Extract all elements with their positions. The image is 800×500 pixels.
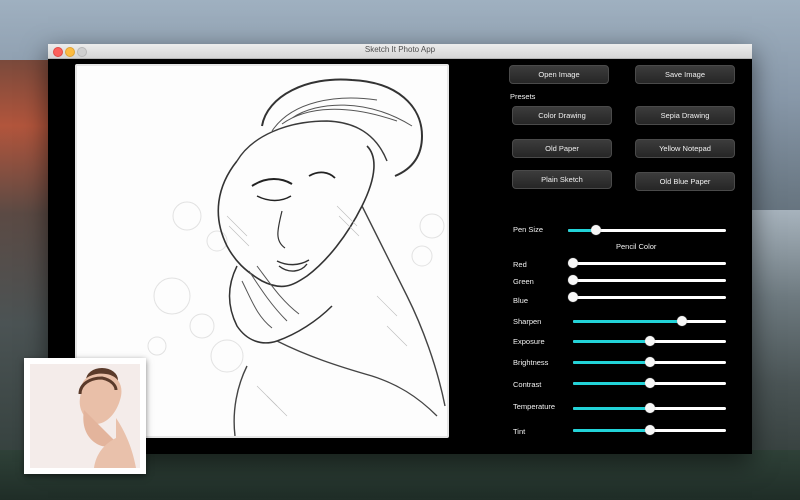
exposure-slider[interactable] [573,336,726,346]
green-slider[interactable] [568,275,726,285]
slider-track [573,296,726,299]
tint-label: Tint [513,427,526,436]
slider-track [573,262,726,265]
title-bar[interactable]: Sketch It Photo App [48,44,752,59]
old-paper-button[interactable]: Old Paper [512,139,612,158]
red-slider[interactable] [568,258,726,268]
open-image-button[interactable]: Open Image [509,65,609,84]
slider-knob[interactable] [644,403,655,413]
slider-knob[interactable] [568,292,578,302]
old-blue-paper-button[interactable]: Old Blue Paper [635,172,735,191]
slider-track [573,279,726,282]
pen-size-slider[interactable] [568,225,726,235]
slider-knob[interactable] [568,258,578,268]
pencil-color-heading: Pencil Color [616,242,657,251]
brightness-label: Brightness [513,358,549,367]
slider-knob[interactable] [644,357,655,367]
app-window: Sketch It Photo App Open Image Save Imag… [48,44,752,454]
exposure-label: Exposure [513,337,545,346]
blue-slider[interactable] [568,292,726,302]
tint-slider[interactable] [573,425,726,435]
slider-knob[interactable] [568,275,578,285]
slider-knob[interactable] [591,225,602,235]
original-photo [30,364,140,468]
slider-fill [573,361,650,364]
slider-fill [573,382,650,385]
slider-knob[interactable] [644,336,655,346]
slider-knob[interactable] [644,425,655,435]
yellow-notepad-button[interactable]: Yellow Notepad [635,139,735,158]
green-label: Green [513,277,534,286]
brightness-slider[interactable] [573,357,726,367]
slider-knob[interactable] [644,378,655,388]
save-image-button[interactable]: Save Image [635,65,735,84]
pen-size-label: Pen Size [513,225,544,234]
sepia-drawing-button[interactable]: Sepia Drawing [635,106,735,125]
slider-fill [573,320,682,323]
slider-fill [573,429,650,432]
slider-fill [573,340,650,343]
slider-knob[interactable] [676,316,687,326]
red-label: Red [513,260,527,269]
original-photo-thumbnail [24,358,146,474]
contrast-slider[interactable] [573,378,726,388]
sharpen-slider[interactable] [573,316,726,326]
plain-sketch-button[interactable]: Plain Sketch [512,170,612,189]
presets-heading: Presets [510,92,536,101]
sharpen-label: Sharpen [513,317,542,326]
blue-label: Blue [513,296,529,305]
slider-fill [573,407,650,410]
temperature-slider[interactable] [573,403,726,413]
contrast-label: Contrast [513,380,542,389]
temperature-label: Temperature [513,402,556,411]
color-drawing-button[interactable]: Color Drawing [512,106,612,125]
window-title: Sketch It Photo App [364,45,436,54]
